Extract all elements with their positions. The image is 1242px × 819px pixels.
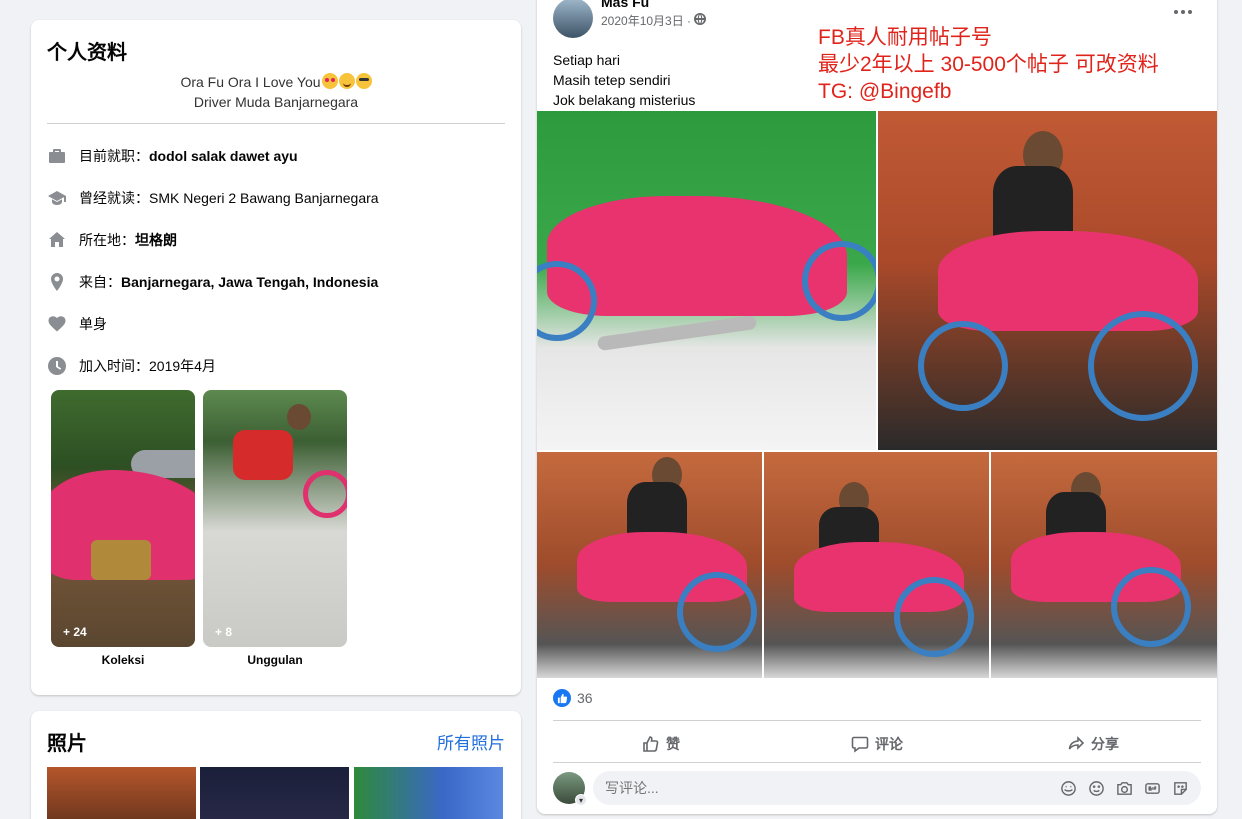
overlay-line: 最少2年以上 30-500个帖子 可改资料: [818, 53, 1159, 76]
post-author[interactable]: Mas Fu: [601, 0, 649, 10]
photos-card: 照片 所有照片: [31, 711, 521, 819]
post-date[interactable]: 2020年10月3日 ·: [601, 12, 691, 29]
reaction-count[interactable]: 36: [577, 690, 593, 706]
post-text-line: Setiap hari: [553, 52, 620, 68]
chevron-down-icon[interactable]: ▾: [575, 794, 587, 806]
collection-thumbnail[interactable]: + 8: [203, 390, 347, 647]
info-value-work[interactable]: dodol salak dawet ayu: [149, 148, 298, 164]
comment-tools: [1059, 779, 1189, 797]
camera-icon[interactable]: [1115, 779, 1133, 797]
sunglasses-emoji-icon: [355, 73, 372, 89]
info-label: 目前就职：: [79, 148, 149, 164]
share-button[interactable]: 分享: [985, 726, 1201, 762]
info-label: 来自：: [79, 274, 121, 290]
like-label: 赞: [666, 736, 680, 752]
bio-line-1: Ora Fu Ora I Love You: [180, 74, 321, 90]
graduation-cap-icon: [47, 188, 67, 208]
collection-count: + 8: [215, 625, 233, 639]
location-pin-icon: [47, 272, 67, 292]
home-icon: [47, 230, 67, 250]
like-reaction-icon: [553, 689, 571, 707]
info-label: 曾经就读：: [79, 190, 149, 206]
info-value-hometown[interactable]: Banjarnegara, Jawa Tengah, Indonesia: [121, 274, 378, 290]
post-actions: 赞 评论 分享: [553, 726, 1201, 762]
post-image[interactable]: [991, 452, 1217, 678]
photo-thumbnail[interactable]: [200, 767, 349, 819]
post-card: Mas Fu 2020年10月3日 · Setiap hari Masih te…: [537, 0, 1217, 814]
info-row-hometown: 来自： Banjarnegara, Jawa Tengah, Indonesia: [47, 270, 505, 294]
comment-bubble-icon: [851, 736, 869, 753]
collection-label[interactable]: Unggulan: [203, 653, 347, 667]
thumbs-up-icon: [643, 736, 659, 752]
bio-line-2: Driver Muda Banjarnegara: [193, 94, 359, 110]
collection-label[interactable]: Koleksi: [51, 653, 195, 667]
featured-collections: + 24 Koleksi + 8 Unggulan: [51, 390, 347, 667]
overlay-line: FB真人耐用帖子号: [818, 26, 992, 49]
intro-card: 个人资料 Ora Fu Ora I Love You Driver Muda B…: [31, 20, 521, 695]
info-row-education: 曾经就读： SMK Negeri 2 Bawang Banjarnegara: [47, 186, 505, 210]
info-label: 所在地：: [79, 232, 135, 248]
info-value-education[interactable]: SMK Negeri 2 Bawang Banjarnegara: [149, 190, 379, 206]
reaction-summary[interactable]: 36: [553, 689, 593, 707]
collection-thumbnail[interactable]: + 24: [51, 390, 195, 647]
comment-box[interactable]: [593, 771, 1201, 805]
emoji-icon[interactable]: [1087, 779, 1105, 797]
all-photos-link[interactable]: 所有照片: [437, 729, 505, 754]
info-relationship-status: 单身: [79, 316, 107, 332]
like-button[interactable]: 赞: [553, 726, 769, 762]
clock-icon: [47, 356, 67, 376]
info-label: 加入时间：: [79, 358, 149, 374]
author-avatar[interactable]: [553, 0, 593, 38]
globe-icon: [694, 13, 707, 28]
share-arrow-icon: [1068, 736, 1085, 750]
info-value-current-city[interactable]: 坦格朗: [135, 230, 177, 250]
post-image[interactable]: [878, 111, 1217, 450]
divider: [553, 762, 1201, 763]
post-meta: 2020年10月3日 ·: [601, 12, 707, 29]
info-row-work: 目前就职： dodol salak dawet ayu: [47, 144, 505, 168]
post-text-line: Masih tetep sendiri: [553, 72, 671, 88]
avatar-sticker-icon[interactable]: [1059, 779, 1077, 797]
collection-count: + 24: [63, 625, 87, 639]
post-image[interactable]: [764, 452, 989, 678]
post-image[interactable]: [537, 452, 762, 678]
gif-icon[interactable]: [1143, 779, 1161, 797]
post-text-line: Jok belakang misterius: [553, 92, 696, 108]
comment-label: 评论: [875, 736, 903, 752]
watermark-overlay-text: FB真人耐用帖子号 最少2年以上 30-500个帖子 可改资料 TG: @Bin…: [818, 24, 1159, 105]
share-label: 分享: [1091, 736, 1119, 752]
photo-thumbnail[interactable]: [47, 767, 196, 819]
overlay-line: TG: @Bingefb: [818, 80, 952, 103]
kiss-emoji-icon: [338, 73, 355, 89]
divider: [553, 720, 1201, 721]
intro-title: 个人资料: [47, 42, 127, 64]
heart-eyes-emoji-icon: [321, 73, 338, 89]
photo-thumbnail[interactable]: [354, 767, 503, 819]
comment-input[interactable]: [605, 780, 1045, 796]
info-row-joined: 加入时间： 2019年4月: [47, 354, 505, 378]
collection-tile-unggulan[interactable]: + 8 Unggulan: [203, 390, 347, 667]
info-row-relationship: 单身: [47, 312, 505, 336]
info-value-joined: 2019年4月: [149, 358, 216, 374]
briefcase-icon: [47, 146, 67, 166]
sticker-icon[interactable]: [1171, 779, 1189, 797]
intro-divider: [47, 123, 505, 124]
more-options-icon[interactable]: [1165, 2, 1201, 22]
heart-icon: [47, 314, 67, 334]
post-image[interactable]: [537, 111, 876, 450]
intro-bio: Ora Fu Ora I Love You Driver Muda Banjar…: [31, 72, 521, 112]
comment-button[interactable]: 评论: [769, 726, 985, 762]
post-text: Setiap hari Masih tetep sendiri Jok bela…: [553, 50, 695, 110]
info-row-current-city: 所在地： 坦格朗: [47, 228, 505, 252]
photos-title: 照片: [47, 733, 87, 755]
collection-tile-koleksi[interactable]: + 24 Koleksi: [51, 390, 195, 667]
